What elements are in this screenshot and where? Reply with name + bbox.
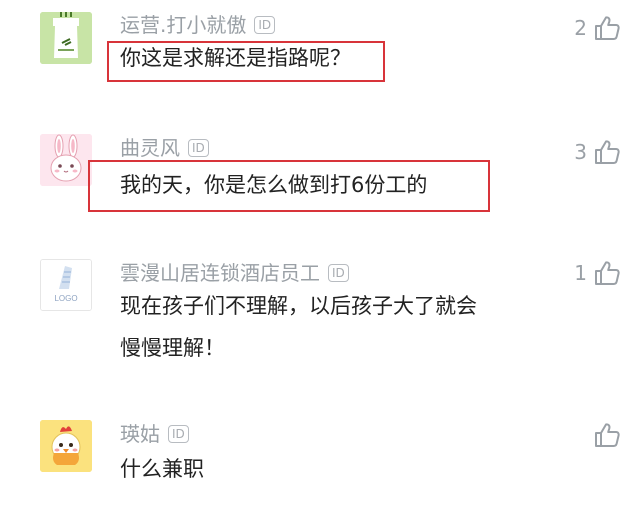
- thumbs-up-icon: [595, 16, 620, 40]
- comment-item: LOGO 雲漫山居连锁酒店员工 ID 现在孩子们不理解，以后孩子大了就会 慢慢理解…: [0, 240, 641, 400]
- id-badge: ID: [188, 138, 209, 157]
- highlight-box: [107, 41, 385, 82]
- like-button[interactable]: 2: [574, 13, 621, 43]
- thumbs-up-icon: [595, 261, 620, 285]
- like-button[interactable]: 3: [574, 137, 621, 167]
- user-avatar[interactable]: [40, 12, 92, 64]
- comment-item: 瑛姑 ID 什么兼职: [0, 400, 641, 505]
- username[interactable]: 瑛姑 ID: [120, 422, 189, 446]
- like-count: 1: [574, 261, 587, 285]
- username-text[interactable]: 雲漫山居连锁酒店员工: [120, 261, 320, 285]
- green-pot-avatar-icon: [40, 12, 92, 64]
- comment-text: 什么兼职: [120, 451, 204, 488]
- id-badge: ID: [254, 15, 276, 34]
- username[interactable]: 雲漫山居连锁酒店员工 ID: [120, 261, 349, 285]
- id-badge: ID: [168, 424, 189, 443]
- like-count: 3: [574, 140, 587, 164]
- username[interactable]: 运营.打小就傲 ID: [120, 13, 276, 37]
- comment-text-line: 什么兼职: [120, 457, 204, 481]
- thumbs-up-icon: [595, 140, 620, 164]
- username-text[interactable]: 运营.打小就傲: [120, 13, 246, 37]
- pink-rabbit-avatar-icon: [40, 134, 92, 186]
- id-badge: ID: [328, 263, 349, 282]
- comment-item: 曲灵风 ID 我的天，你是怎么做到打6份工的 3: [0, 110, 641, 240]
- user-avatar[interactable]: [40, 420, 92, 472]
- user-avatar[interactable]: [40, 134, 92, 186]
- username[interactable]: 曲灵风 ID: [120, 136, 209, 160]
- comment-text-line: 慢慢理解！: [120, 336, 225, 360]
- comment-item: 运营.打小就傲 ID 你这是求解还是指路呢？ 2: [0, 0, 641, 110]
- highlight-box: [88, 160, 490, 212]
- comment-text-line: 现在孩子们不理解，以后孩子大了就会: [120, 294, 477, 318]
- username-text[interactable]: 曲灵风: [120, 136, 180, 160]
- comment-text: 现在孩子们不理解，以后孩子大了就会 慢慢理解！: [120, 288, 477, 367]
- like-button[interactable]: [587, 420, 621, 450]
- like-count: 2: [574, 16, 587, 40]
- logo-placeholder-avatar-icon: LOGO: [41, 260, 91, 310]
- like-button[interactable]: 1: [574, 258, 621, 288]
- logo-text: LOGO: [54, 294, 77, 303]
- username-text[interactable]: 瑛姑: [120, 422, 160, 446]
- user-avatar[interactable]: LOGO: [40, 259, 92, 311]
- thumbs-up-icon: [595, 423, 620, 447]
- chick-avatar-icon: [40, 420, 92, 472]
